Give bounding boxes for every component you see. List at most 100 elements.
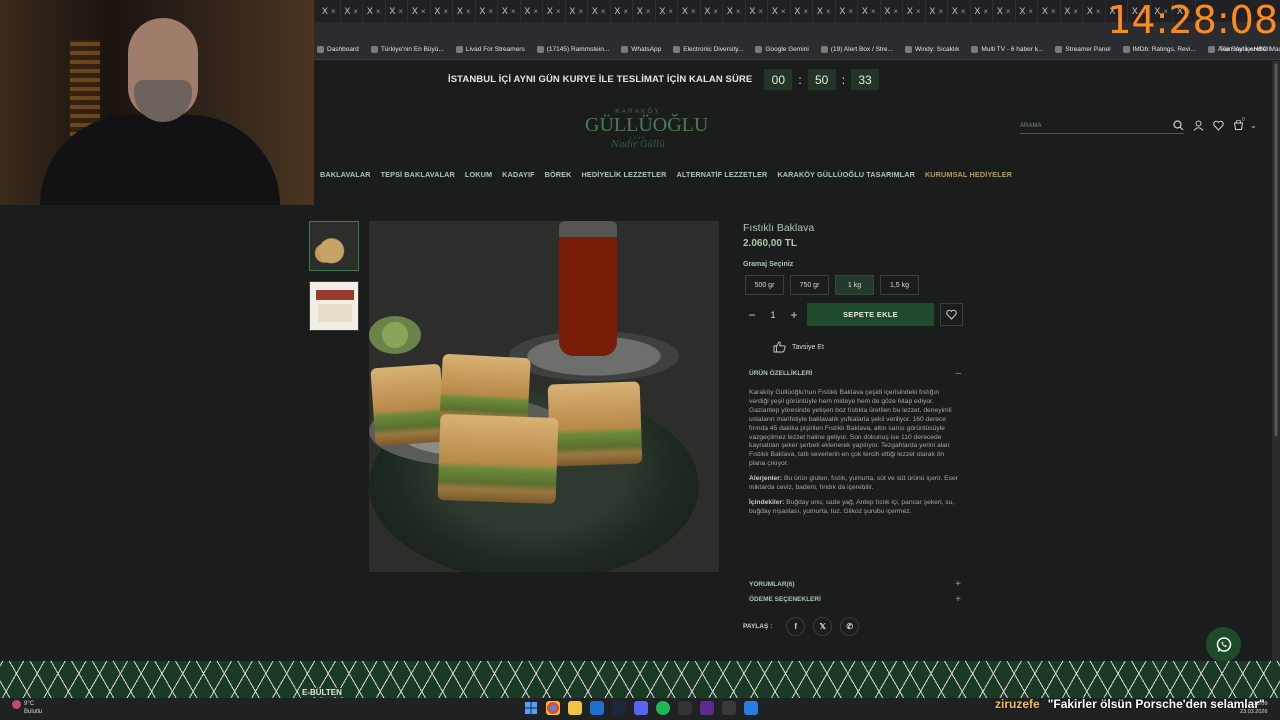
close-tab-icon[interactable]: × [871, 7, 876, 16]
app-icon[interactable] [678, 701, 692, 715]
browser-tab[interactable]: X × [836, 0, 858, 22]
app-icon[interactable] [700, 701, 714, 715]
close-tab-icon[interactable]: × [781, 7, 786, 16]
close-tab-icon[interactable]: × [1051, 7, 1056, 16]
close-tab-icon[interactable]: × [668, 7, 673, 16]
browser-tab[interactable]: X × [993, 0, 1016, 22]
facebook-share-icon[interactable]: f [786, 617, 806, 636]
product-thumbnail-1[interactable] [309, 221, 359, 271]
product-main-image[interactable] [369, 221, 719, 572]
close-tab-icon[interactable]: × [398, 7, 403, 16]
browser-tab[interactable]: X × [318, 0, 341, 22]
close-tab-icon[interactable]: × [961, 7, 966, 16]
nav-item[interactable]: KURUMSAL HEDİYELER [925, 170, 1012, 179]
add-to-wishlist-button[interactable] [940, 303, 963, 326]
nav-item[interactable]: BAKLAVALAR [320, 170, 371, 179]
discord-icon[interactable] [634, 701, 648, 715]
browser-tab[interactable]: X × [926, 0, 948, 22]
weight-option-1-5kg[interactable]: 1,5 kg [880, 275, 919, 295]
x-share-icon[interactable]: 𝕏 [813, 617, 833, 636]
browser-tab[interactable]: X × [431, 0, 453, 22]
close-tab-icon[interactable]: × [466, 7, 471, 16]
close-tab-icon[interactable]: × [803, 7, 808, 16]
search-input[interactable]: ARAMA [1020, 120, 1184, 134]
bookmark-item[interactable]: Türkiye'nin En Büyü... [370, 46, 444, 53]
browser-tab[interactable]: X × [566, 0, 588, 22]
bookmark-item[interactable]: Streamer Panel [1055, 46, 1111, 53]
search-icon[interactable] [1172, 120, 1184, 132]
browser-tab[interactable]: X × [1016, 0, 1038, 22]
close-tab-icon[interactable]: × [601, 7, 606, 16]
close-tab-icon[interactable]: × [511, 7, 516, 16]
start-icon[interactable] [524, 701, 538, 715]
nav-item[interactable]: BÖREK [545, 170, 572, 179]
file-explorer-icon[interactable] [568, 701, 582, 715]
browser-tab[interactable]: X × [813, 0, 836, 22]
close-tab-icon[interactable]: × [443, 7, 448, 16]
whatsapp-chat-button[interactable] [1206, 627, 1241, 662]
close-tab-icon[interactable]: × [713, 7, 718, 16]
browser-tab[interactable]: X × [408, 0, 431, 22]
close-tab-icon[interactable]: × [893, 7, 898, 16]
quantity-value[interactable]: 1 [770, 310, 775, 320]
browser-tab[interactable]: X × [498, 0, 521, 22]
nav-item[interactable]: KADAYIF [502, 170, 534, 179]
page-scrollbar[interactable] [1272, 61, 1280, 661]
browser-tab[interactable]: X × [903, 0, 926, 22]
browser-tab[interactable]: X × [1061, 0, 1083, 22]
weight-option-1kg[interactable]: 1 kg [835, 275, 874, 295]
browser-tab[interactable]: X × [363, 0, 386, 22]
browser-tab[interactable]: X × [768, 0, 791, 22]
close-tab-icon[interactable]: × [376, 7, 381, 16]
close-tab-icon[interactable]: × [421, 7, 426, 16]
browser-tab[interactable]: X × [611, 0, 633, 22]
bookmark-item[interactable]: Windy: Sıcaklık [904, 46, 959, 53]
close-tab-icon[interactable]: × [1073, 7, 1078, 16]
features-accordion-header[interactable]: ÜRÜN ÖZELLİKLERİ – [749, 369, 961, 379]
all-bookmarks-button[interactable]: Tüm Yer İşaretleri [1219, 46, 1270, 53]
browser-tab[interactable]: X × [881, 0, 903, 22]
close-tab-icon[interactable]: × [556, 7, 561, 16]
browser-tab[interactable]: X × [341, 0, 363, 22]
browser-tab[interactable]: X × [386, 0, 408, 22]
close-tab-icon[interactable]: × [623, 7, 628, 16]
system-clock[interactable]: 18:09 23.03.2026 [1240, 700, 1268, 716]
add-to-cart-button[interactable]: SEPETE EKLE [807, 303, 934, 326]
browser-tab[interactable]: X × [656, 0, 678, 22]
close-tab-icon[interactable]: × [691, 7, 696, 16]
close-tab-icon[interactable]: × [1006, 7, 1011, 16]
scrollbar-thumb[interactable] [1274, 63, 1278, 437]
wishlist-icon[interactable] [1212, 120, 1224, 132]
close-tab-icon[interactable]: × [848, 7, 853, 16]
close-tab-icon[interactable]: × [488, 7, 493, 16]
bookmark-item[interactable]: Electronic Diversity... [673, 46, 743, 53]
nav-item[interactable]: KARAKÖY GÜLLÜOĞLU TASARIMLAR [777, 170, 915, 179]
nav-item[interactable]: HEDİYELİK LEZZETLER [582, 170, 667, 179]
recommend-button[interactable]: Tavsiye Et [773, 341, 824, 353]
bookmark-item[interactable]: (17145) Rammstein... [536, 46, 609, 53]
close-tab-icon[interactable]: × [331, 7, 336, 16]
chevron-down-icon[interactable]: ⌄ [1250, 121, 1257, 130]
bookmark-item[interactable]: Multi TV - 6 haber k... [971, 46, 1043, 53]
whatsapp-share-icon[interactable]: ✆ [840, 617, 860, 636]
bookmark-item[interactable]: (19) Alert Box / Stre... [820, 46, 893, 53]
browser-tab[interactable]: X × [521, 0, 543, 22]
nav-item[interactable]: TEPSİ BAKLAVALAR [381, 170, 455, 179]
site-logo[interactable]: KARAKÖY GÜLLÜOĞLU 1949 Nadir Güllü [585, 108, 708, 160]
close-tab-icon[interactable]: × [983, 7, 988, 16]
browser-tab[interactable]: X × [453, 0, 476, 22]
decrease-quantity-button[interactable]: − [745, 308, 759, 322]
weight-option-500g[interactable]: 500 gr [745, 275, 784, 295]
close-tab-icon[interactable]: × [826, 7, 831, 16]
account-icon[interactable] [1192, 120, 1204, 132]
nav-item[interactable]: LOKUM [465, 170, 492, 179]
edge-icon[interactable] [590, 701, 604, 715]
product-thumbnail-2[interactable] [309, 281, 359, 331]
payment-accordion-header[interactable]: ÖDEME SEÇENEKLERİ + [749, 595, 961, 605]
browser-tab[interactable]: X × [701, 0, 723, 22]
browser-tab[interactable]: X × [633, 0, 656, 22]
close-tab-icon[interactable]: × [916, 7, 921, 16]
close-tab-icon[interactable]: × [1028, 7, 1033, 16]
close-tab-icon[interactable]: × [1096, 7, 1101, 16]
close-tab-icon[interactable]: × [578, 7, 583, 16]
